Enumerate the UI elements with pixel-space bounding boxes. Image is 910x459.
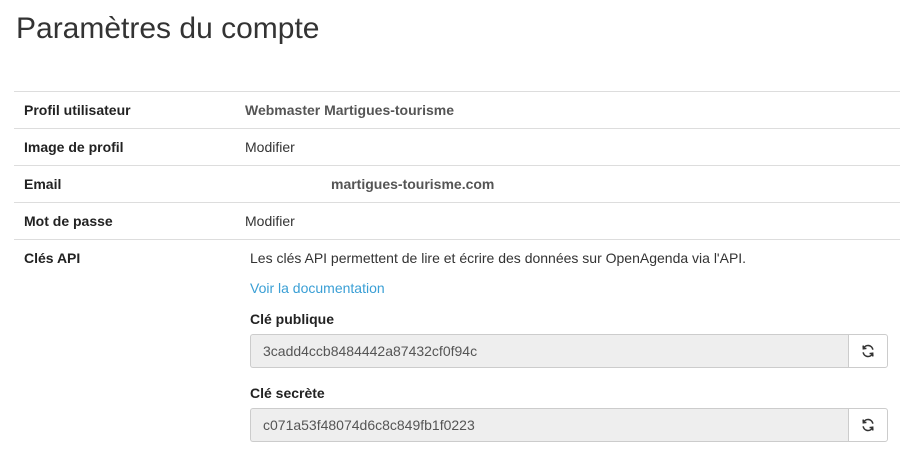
secret-key-group [250,408,888,442]
refresh-icon [861,344,875,358]
table-row-api-keys: Clés API Les clés API permettent de lire… [14,240,900,459]
refresh-secret-key-button[interactable] [848,408,888,442]
public-key-label: Clé publique [245,311,890,327]
secret-key-label: Clé secrète [245,385,890,401]
table-row-profile: Profil utilisateur Webmaster Martigues-t… [14,92,900,129]
email-value: martigues-tourisme.com [245,176,494,192]
refresh-public-key-button[interactable] [848,334,888,368]
refresh-icon [861,418,875,432]
public-key-input[interactable] [250,334,848,368]
profile-label: Profil utilisateur [14,92,235,129]
email-label: Email [14,166,235,203]
api-keys-section: Les clés API permettent de lire et écrir… [235,240,900,459]
table-row-email: Email martigues-tourisme.com [14,166,900,203]
profile-image-label: Image de profil [14,129,235,166]
secret-key-input[interactable] [250,408,848,442]
api-keys-description: Les clés API permettent de lire et écrir… [245,250,890,266]
api-keys-label: Clés API [14,240,235,459]
profile-image-modify-link[interactable]: Modifier [235,129,900,166]
profile-value: Webmaster Martigues-tourisme [235,92,900,129]
account-settings-table: Profil utilisateur Webmaster Martigues-t… [14,91,900,459]
table-row-image: Image de profil Modifier [14,129,900,166]
page-title: Paramètres du compte [16,12,319,46]
documentation-link[interactable]: Voir la documentation [245,280,385,296]
password-label: Mot de passe [14,203,235,240]
public-key-group [250,334,888,368]
password-modify-link[interactable]: Modifier [235,203,900,240]
table-row-password: Mot de passe Modifier [14,203,900,240]
